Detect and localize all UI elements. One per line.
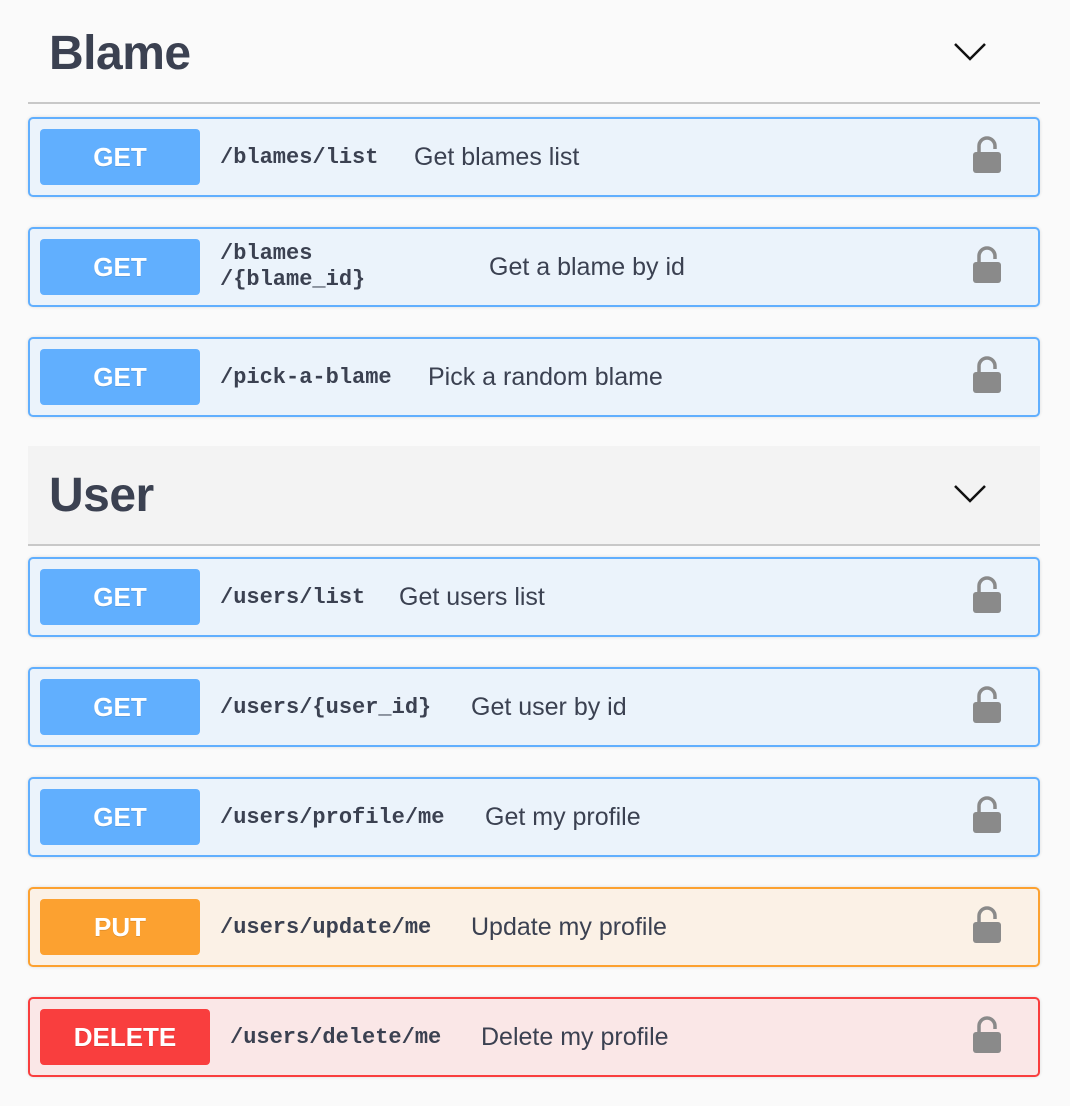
lock-icon[interactable]	[972, 685, 1002, 725]
method-badge: GET	[40, 349, 200, 405]
lock-icon[interactable]	[972, 905, 1002, 945]
operation-path: /users/delete/me	[230, 1024, 442, 1050]
operation-path: /users/{user_id}	[220, 694, 432, 720]
lock-icon[interactable]	[972, 245, 1002, 285]
lock-icon[interactable]	[972, 355, 1002, 395]
method-badge: PUT	[40, 899, 200, 955]
operation-get-blame-by-id[interactable]: GET /blames /{blame_id} Get a blame by i…	[28, 227, 1040, 307]
operation-path: /blames/list	[220, 144, 379, 170]
chevron-down-icon[interactable]	[952, 474, 988, 510]
operation-get-pick-a-blame[interactable]: GET /pick-a-blame Pick a random blame	[28, 337, 1040, 417]
operation-put-update-my-profile[interactable]: PUT /users/update/me Update my profile	[28, 887, 1040, 967]
operation-summary: Get user by id	[471, 692, 627, 721]
operation-summary: Update my profile	[471, 912, 667, 941]
operation-delete-my-profile[interactable]: DELETE /users/delete/me Delete my profil…	[28, 997, 1040, 1077]
user-section: User	[28, 446, 1040, 546]
operation-path: /users/list	[220, 584, 366, 610]
operation-summary: Pick a random blame	[428, 362, 663, 391]
lock-icon[interactable]	[972, 1015, 1002, 1055]
method-badge: GET	[40, 679, 200, 735]
operation-summary: Get a blame by id	[489, 252, 685, 281]
blame-section-header[interactable]: Blame	[28, 0, 1040, 104]
lock-icon[interactable]	[972, 135, 1002, 175]
operation-summary: Get blames list	[414, 142, 580, 171]
chevron-down-icon[interactable]	[952, 32, 988, 68]
operation-path: /pick-a-blame	[220, 364, 392, 390]
section-title-blame: Blame	[49, 27, 191, 80]
method-badge: GET	[40, 789, 200, 845]
operation-get-users-list[interactable]: GET /users/list Get users list	[28, 557, 1040, 637]
operation-path: /users/profile/me	[220, 804, 445, 830]
method-badge: GET	[40, 239, 200, 295]
method-badge: GET	[40, 129, 200, 185]
blame-section: Blame	[28, 0, 1040, 104]
operation-get-blames-list[interactable]: GET /blames/list Get blames list	[28, 117, 1040, 197]
method-badge: DELETE	[40, 1009, 210, 1065]
lock-icon[interactable]	[972, 795, 1002, 835]
user-section-header[interactable]: User	[28, 446, 1040, 546]
operation-summary: Delete my profile	[481, 1022, 669, 1051]
method-badge: GET	[40, 569, 200, 625]
lock-icon[interactable]	[972, 575, 1002, 615]
operation-summary: Get users list	[399, 582, 545, 611]
operation-path: /blames /{blame_id}	[220, 241, 366, 292]
operation-get-my-profile[interactable]: GET /users/profile/me Get my profile	[28, 777, 1040, 857]
operation-path: /users/update/me	[220, 914, 432, 940]
operation-get-user-by-id[interactable]: GET /users/{user_id} Get user by id	[28, 667, 1040, 747]
section-title-user: User	[49, 469, 154, 522]
operation-summary: Get my profile	[485, 802, 641, 831]
